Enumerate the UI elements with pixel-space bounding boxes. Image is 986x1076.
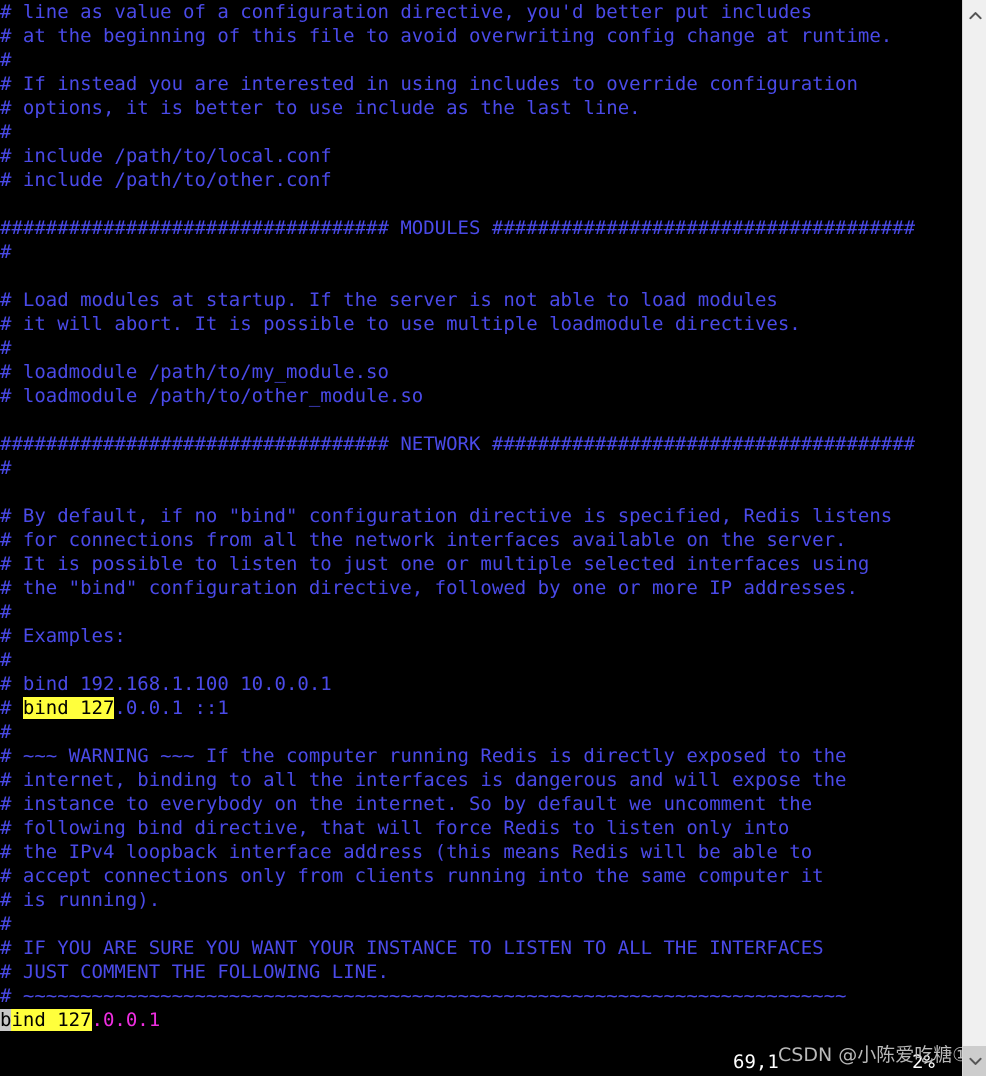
editor-line[interactable]: # xyxy=(0,456,962,480)
editor-line-text: # instance to everybody on the internet.… xyxy=(0,793,813,815)
editor-line[interactable]: ################################## NETWO… xyxy=(0,432,962,456)
editor-line-text: # xyxy=(0,913,12,935)
editor-line[interactable]: # IF YOU ARE SURE YOU WANT YOUR INSTANCE… xyxy=(0,936,962,960)
editor-line-text: # line as value of a configuration direc… xyxy=(0,1,813,23)
editor-line[interactable] xyxy=(0,192,962,216)
editor-line[interactable]: # ~~~ WARNING ~~~ If the computer runnin… xyxy=(0,744,962,768)
text-cursor: b xyxy=(0,1009,12,1031)
editor-line[interactable]: # Load modules at startup. If the server… xyxy=(0,288,962,312)
editor-line[interactable]: # It is possible to listen to just one o… xyxy=(0,552,962,576)
editor-line[interactable]: ################################## MODUL… xyxy=(0,216,962,240)
scrollbar-track[interactable] xyxy=(963,24,986,1076)
editor-line-text: # for connections from all the network i… xyxy=(0,529,847,551)
editor-line[interactable]: # xyxy=(0,120,962,144)
editor-line-text: # ~~~~~~~~~~~~~~~~~~~~~~~~~~~~~~~~~~~~~~… xyxy=(0,985,847,1007)
editor-line-text: # xyxy=(0,121,12,143)
editor-line-text: # options, it is better to use include a… xyxy=(0,97,641,119)
chevron-up-icon[interactable] xyxy=(963,4,986,26)
editor-line[interactable]: # If instead you are interested in using… xyxy=(0,72,962,96)
editor-line[interactable]: # the IPv4 loopback interface address (t… xyxy=(0,840,962,864)
editor-line[interactable]: # it will abort. It is possible to use m… xyxy=(0,312,962,336)
editor-line[interactable] xyxy=(0,480,962,504)
editor-line-text: # the IPv4 loopback interface address (t… xyxy=(0,841,813,863)
editor-line-text: # is running). xyxy=(0,889,161,911)
editor-line[interactable]: # bind 192.168.1.100 10.0.0.1 xyxy=(0,672,962,696)
editor-line[interactable]: # accept connections only from clients r… xyxy=(0,864,962,888)
editor-line-text: # Examples: xyxy=(0,625,126,647)
chevron-down-icon[interactable] xyxy=(963,1050,986,1072)
editor-line-text: # include /path/to/other.conf xyxy=(0,169,332,191)
editor-line-text: # It is possible to listen to just one o… xyxy=(0,553,870,575)
editor-line[interactable]: # JUST COMMENT THE FOLLOWING LINE. xyxy=(0,960,962,984)
vertical-scrollbar[interactable] xyxy=(962,0,986,1076)
editor-line[interactable]: # line as value of a configuration direc… xyxy=(0,0,962,24)
editor-line[interactable]: # at the beginning of this file to avoid… xyxy=(0,24,962,48)
editor-line-text: # internet, binding to all the interface… xyxy=(0,769,847,791)
editor-line-text: # ~~~ WARNING ~~~ If the computer runnin… xyxy=(0,745,847,767)
editor-line-text: # xyxy=(0,601,12,623)
editor-line[interactable]: # include /path/to/local.conf xyxy=(0,144,962,168)
editor-line[interactable] xyxy=(0,264,962,288)
editor-line-text: # JUST COMMENT THE FOLLOWING LINE. xyxy=(0,961,389,983)
editor-line-text: # xyxy=(0,457,12,479)
editor-line[interactable]: # ~~~~~~~~~~~~~~~~~~~~~~~~~~~~~~~~~~~~~~… xyxy=(0,984,962,1008)
editor-line[interactable]: # By default, if no "bind" configuration… xyxy=(0,504,962,528)
editor-line-text: # Load modules at startup. If the server… xyxy=(0,289,778,311)
editor-line-text: # xyxy=(0,721,12,743)
editor-line-text: ################################## MODUL… xyxy=(0,217,916,239)
editor-line[interactable]: # internet, binding to all the interface… xyxy=(0,768,962,792)
search-match-highlight: ind 127 xyxy=(11,1009,92,1031)
editor-line-text: # loadmodule /path/to/my_module.so xyxy=(0,361,389,383)
editor-line[interactable]: # xyxy=(0,720,962,744)
editor-line[interactable]: bind 127.0.0.1 xyxy=(0,1008,962,1032)
editor-line-text: .0.0.1 xyxy=(91,1009,161,1031)
editor-line[interactable] xyxy=(0,408,962,432)
editor-line[interactable]: # xyxy=(0,48,962,72)
editor-line[interactable]: # bind 127.0.0.1 ::1 xyxy=(0,696,962,720)
search-match-highlight: bind 127 xyxy=(22,697,115,719)
editor-line-text: # xyxy=(0,649,12,671)
editor-line[interactable]: # following bind directive, that will fo… xyxy=(0,816,962,840)
editor-line-text: # If instead you are interested in using… xyxy=(0,73,858,95)
scroll-percent-indicator: 2% xyxy=(912,1051,935,1073)
editor-line-text: # the "bind" configuration directive, fo… xyxy=(0,577,858,599)
editor-line[interactable]: # instance to everybody on the internet.… xyxy=(0,792,962,816)
editor-line[interactable]: # xyxy=(0,912,962,936)
editor-line-text: # following bind directive, that will fo… xyxy=(0,817,790,839)
editor-line[interactable]: # xyxy=(0,336,962,360)
editor-line[interactable]: # include /path/to/other.conf xyxy=(0,168,962,192)
editor-line-text: # at the beginning of this file to avoid… xyxy=(0,25,893,47)
editor-line[interactable]: # for connections from all the network i… xyxy=(0,528,962,552)
editor-lines: # line as value of a configuration direc… xyxy=(0,0,962,1032)
editor-line-text: # accept connections only from clients r… xyxy=(0,865,824,887)
editor-line-text: .0.0.1 ::1 xyxy=(114,697,229,719)
editor-line[interactable]: # xyxy=(0,240,962,264)
editor-line[interactable]: # xyxy=(0,648,962,672)
editor-line-text: # xyxy=(0,697,23,719)
editor-line-text: # xyxy=(0,337,12,359)
editor-line-text: # it will abort. It is possible to use m… xyxy=(0,313,801,335)
editor-line-text: # bind 192.168.1.100 10.0.0.1 xyxy=(0,673,332,695)
editor-line[interactable]: # xyxy=(0,600,962,624)
editor-line[interactable]: # is running). xyxy=(0,888,962,912)
editor-line-text: # xyxy=(0,241,12,263)
editor-line[interactable]: # Examples: xyxy=(0,624,962,648)
status-line: 69,1 2% xyxy=(0,1048,962,1076)
editor-line[interactable]: # loadmodule /path/to/other_module.so xyxy=(0,384,962,408)
cursor-position-indicator: 69,1 xyxy=(733,1051,779,1073)
editor-line-text: # By default, if no "bind" configuration… xyxy=(0,505,893,527)
editor-line[interactable]: # options, it is better to use include a… xyxy=(0,96,962,120)
editor-line-text: # xyxy=(0,49,12,71)
editor-line[interactable]: # loadmodule /path/to/my_module.so xyxy=(0,360,962,384)
editor-line-text: # loadmodule /path/to/other_module.so xyxy=(0,385,424,407)
editor-window: # line as value of a configuration direc… xyxy=(0,0,986,1076)
text-editor-buffer[interactable]: # line as value of a configuration direc… xyxy=(0,0,962,1076)
editor-line-text: # include /path/to/local.conf xyxy=(0,145,332,167)
editor-line[interactable]: # the "bind" configuration directive, fo… xyxy=(0,576,962,600)
editor-line-text: ################################## NETWO… xyxy=(0,433,916,455)
editor-line-text: # IF YOU ARE SURE YOU WANT YOUR INSTANCE… xyxy=(0,937,824,959)
